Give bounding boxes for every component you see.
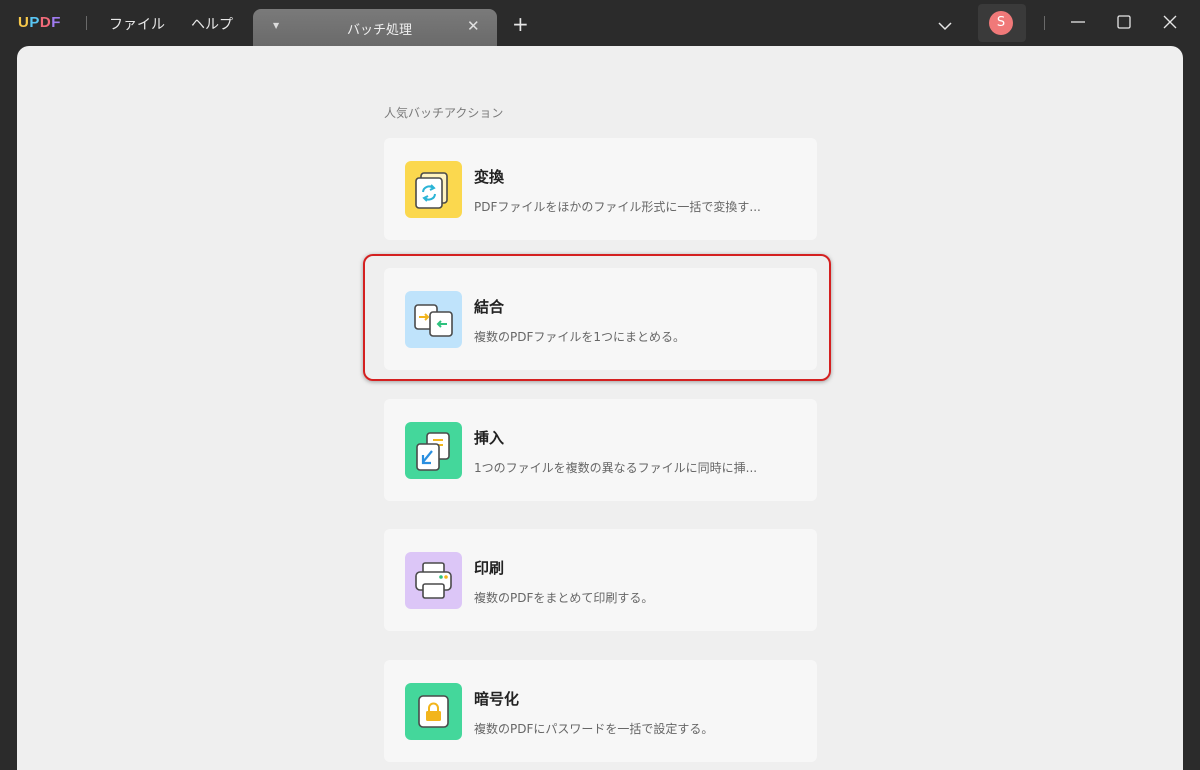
avatar[interactable]: S [989,11,1013,35]
card-description: 複数のPDFにパスワードを一括で設定する。 [474,722,714,736]
encrypt-icon [405,683,462,740]
tab-label: バッチ処理 [347,23,413,38]
close-icon[interactable] [1162,14,1178,34]
maximize-icon[interactable] [1116,14,1132,34]
updf-logo[interactable]: UPDF [18,14,61,31]
tab-batch[interactable]: ▼ バッチ処理 ✕ [253,9,497,46]
chevron-down-icon[interactable] [938,16,952,35]
logo-letter: F [51,14,61,31]
card-print[interactable]: 印刷 複数のPDFをまとめて印刷する。 [384,529,817,631]
card-title: 暗号化 [474,690,520,708]
card-description: PDFファイルをほかのファイル形式に一括で変換す... [474,200,761,214]
insert-icon [405,422,462,479]
card-insert[interactable]: 挿入 1つのファイルを複数の異なるファイルに同時に挿... [384,399,817,501]
user-menu[interactable]: S [978,4,1026,42]
close-icon[interactable]: ✕ [467,17,480,35]
card-encrypt[interactable]: 暗号化 複数のPDFにパスワードを一括で設定する。 [384,660,817,762]
card-description: 複数のPDFをまとめて印刷する。 [474,591,654,605]
batch-panel: 人気バッチアクション 変換 PDFファイルをほかのファイル形式に一括で変換す..… [17,46,1183,770]
card-title: 印刷 [474,559,505,577]
logo-letter: D [39,14,52,31]
separator [86,16,87,30]
card-title: 挿入 [474,429,505,447]
section-title: 人気バッチアクション [384,106,504,120]
selection-highlight [363,254,831,381]
logo-letter: U [18,14,30,31]
menu-file[interactable]: ファイル [109,14,165,34]
caret-down-icon[interactable]: ▼ [273,21,279,30]
plus-icon[interactable]: + [512,14,529,34]
minimize-icon[interactable] [1070,14,1086,34]
card-convert[interactable]: 変換 PDFファイルをほかのファイル形式に一括で変換す... [384,138,817,240]
logo-letter: P [29,14,40,31]
card-title: 変換 [474,168,505,186]
print-icon [405,552,462,609]
menu-help[interactable]: ヘルプ [191,14,233,34]
convert-icon [405,161,462,218]
title-bar: UPDF ファイル ヘルプ ▼ バッチ処理 ✕ + S [0,0,1200,46]
card-description: 1つのファイルを複数の異なるファイルに同時に挿... [474,461,758,475]
separator [1044,16,1045,30]
